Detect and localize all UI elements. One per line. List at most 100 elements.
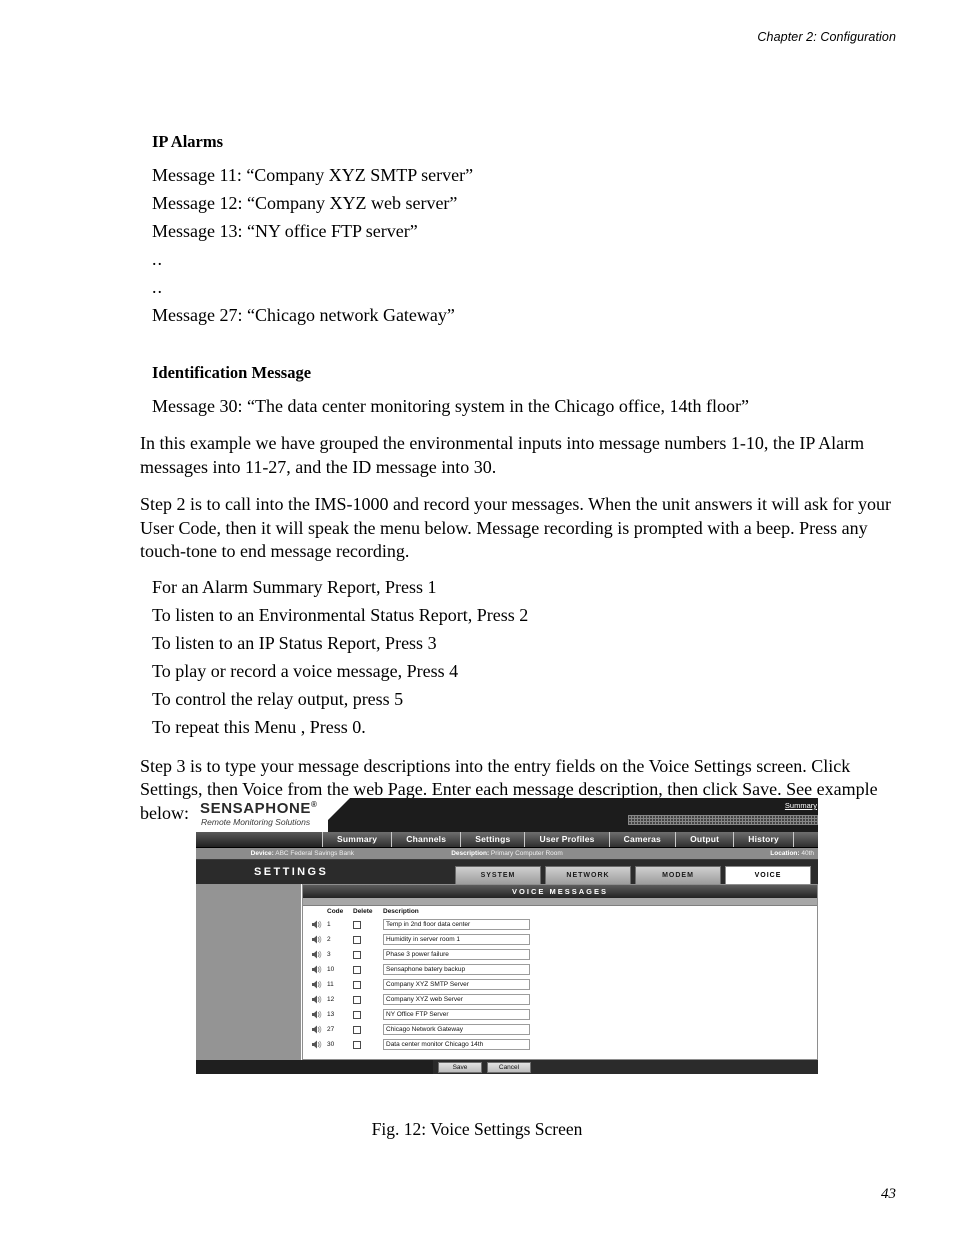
delete-checkbox[interactable] xyxy=(353,995,361,1004)
description-value: Primary Computer Room xyxy=(490,850,563,857)
description-label: Description: xyxy=(451,850,490,857)
speaker-icon[interactable] xyxy=(311,1024,327,1035)
side-panel xyxy=(196,884,302,1060)
row-code: 13 xyxy=(327,1011,335,1018)
ip-alarm-ellipsis: .. xyxy=(152,249,163,269)
tab-voice[interactable]: VOICE xyxy=(725,866,811,884)
voice-messages-panel: VOICE MESSAGES Code Delete Description 1… xyxy=(302,884,818,1060)
ip-alarm-line: Message 12: “Company XYZ web server” xyxy=(152,193,458,213)
location-label: Location: xyxy=(770,850,800,857)
speaker-icon[interactable] xyxy=(311,949,327,960)
description-input[interactable]: Data center monitor Chicago 14th xyxy=(383,1039,530,1050)
speaker-icon[interactable] xyxy=(311,1039,327,1050)
device-info-cell: Device: ABC Federal Savings Bank xyxy=(200,850,405,857)
column-header-description: Description xyxy=(383,908,419,915)
save-button[interactable]: Save xyxy=(438,1061,482,1073)
speaker-icon[interactable] xyxy=(311,994,327,1005)
nav-item-settings[interactable]: Settings xyxy=(460,832,524,847)
paragraph-step-2: Step 2 is to call into the IMS-1000 and … xyxy=(140,494,892,561)
column-header-code: Code xyxy=(327,908,344,915)
nav-item-channels[interactable]: Channels xyxy=(391,832,460,847)
heading-ip-alarms: IP Alarms xyxy=(152,132,224,151)
delete-checkbox[interactable] xyxy=(353,950,361,959)
nav-end-cap xyxy=(793,832,818,847)
action-bar-spacer xyxy=(196,1060,433,1074)
page-title: SETTINGS xyxy=(254,866,329,878)
speaker-icon[interactable] xyxy=(311,964,327,975)
device-label: Device: xyxy=(250,850,274,857)
description-input[interactable]: Sensaphone batery backup xyxy=(383,964,530,975)
action-bar: Save Cancel xyxy=(196,1060,818,1074)
nav-item-output[interactable]: Output xyxy=(675,832,733,847)
summary-link[interactable]: Summary xyxy=(785,801,817,810)
delete-checkbox[interactable] xyxy=(353,1040,361,1049)
panel-subbar xyxy=(303,898,817,906)
row-code: 3 xyxy=(327,951,331,958)
tab-network[interactable]: NETWORK xyxy=(545,866,631,884)
speaker-icon[interactable] xyxy=(311,979,327,990)
row-delete-cell xyxy=(353,1036,383,1054)
ip-alarm-ellipsis: .. xyxy=(152,277,163,297)
settings-subtabs: SYSTEM NETWORK MODEM VOICE xyxy=(455,866,811,884)
description-input[interactable]: Company XYZ web Server xyxy=(383,994,530,1005)
nav-item-cameras[interactable]: Cameras xyxy=(608,832,675,847)
phone-menu-list: For an Alarm Summary Report, Press 1 To … xyxy=(140,573,900,741)
description-input[interactable]: Company XYZ SMTP Server xyxy=(383,979,530,990)
row-code: 1 xyxy=(327,921,331,928)
row-code: 10 xyxy=(327,966,335,973)
description-input[interactable]: Temp in 2nd floor data center xyxy=(383,919,530,930)
nav-item-history[interactable]: History xyxy=(733,832,793,847)
row-code: 11 xyxy=(327,981,334,988)
tab-modem[interactable]: MODEM xyxy=(635,866,721,884)
voice-settings-screenshot: SENSAPHONE® Remote Monitoring Solutions … xyxy=(196,798,818,1090)
delete-checkbox[interactable] xyxy=(353,935,361,944)
speaker-icon[interactable] xyxy=(311,1009,327,1020)
page-number: 43 xyxy=(881,1186,896,1202)
ip-alarm-line: Message 13: “NY office FTP server” xyxy=(152,221,418,241)
description-input[interactable]: Chicago Network Gateway xyxy=(383,1024,530,1035)
delete-checkbox[interactable] xyxy=(353,1025,361,1034)
speaker-icon[interactable] xyxy=(311,934,327,945)
delete-checkbox[interactable] xyxy=(353,980,361,989)
description-input[interactable]: Humidity in server room 1 xyxy=(383,934,530,945)
cancel-button[interactable]: Cancel xyxy=(487,1061,531,1073)
menu-item: For an Alarm Summary Report, Press 1 xyxy=(152,576,437,597)
main-navigation: Summary Channels Settings User Profiles … xyxy=(196,832,818,848)
document-body: IP Alarms Message 11: “Company XYZ SMTP … xyxy=(140,132,900,825)
ip-alarm-line: Message 11: “Company XYZ SMTP server” xyxy=(152,165,474,185)
menu-item: To repeat this Menu , Press 0. xyxy=(152,716,366,737)
menu-item: To listen to an Environmental Status Rep… xyxy=(152,604,529,625)
table-row: 30 Data center monitor Chicago 14th xyxy=(303,1037,817,1052)
menu-item: To control the relay output, press 5 xyxy=(152,688,404,709)
figure-caption: Fig. 12: Voice Settings Screen xyxy=(371,1119,583,1139)
ip-alarm-line: Message 27: “Chicago network Gateway” xyxy=(152,305,455,325)
device-info-bar: Device: ABC Federal Savings Bank Descrip… xyxy=(196,848,818,860)
description-input[interactable]: NY Office FTP Server xyxy=(383,1009,530,1020)
speaker-icon[interactable] xyxy=(311,919,327,930)
row-code: 2 xyxy=(327,936,331,943)
running-head: Chapter 2: Configuration xyxy=(757,30,896,44)
brand-name-text: SENSAPHONE xyxy=(200,800,312,817)
location-info-cell: Location: 40th xyxy=(609,850,814,857)
row-code: 30 xyxy=(327,1041,335,1048)
tab-system[interactable]: SYSTEM xyxy=(455,866,541,884)
delete-checkbox[interactable] xyxy=(353,1010,361,1019)
device-value: ABC Federal Savings Bank xyxy=(275,850,354,857)
brand-bar: SENSAPHONE® Remote Monitoring Solutions … xyxy=(196,798,818,832)
registered-mark: ® xyxy=(311,800,318,809)
heading-identification-message: Identification Message xyxy=(152,363,312,382)
identification-message-line: Message 30: “The data center monitoring … xyxy=(152,396,749,416)
description-input[interactable]: Phase 3 power failure xyxy=(383,949,530,960)
panel-title: VOICE MESSAGES xyxy=(303,885,817,898)
nav-item-summary[interactable]: Summary xyxy=(322,832,391,847)
delete-checkbox[interactable] xyxy=(353,965,361,974)
brand-name: SENSAPHONE® xyxy=(200,800,318,817)
nav-spacer xyxy=(196,832,322,847)
paragraph-grouping: In this example we have grouped the envi… xyxy=(140,433,865,477)
hatch-pattern xyxy=(628,815,818,825)
row-code: 12 xyxy=(327,996,335,1003)
menu-item: To listen to an IP Status Report, Press … xyxy=(152,632,437,653)
delete-checkbox[interactable] xyxy=(353,920,361,929)
row-code: 27 xyxy=(327,1026,335,1033)
nav-item-user-profiles[interactable]: User Profiles xyxy=(524,832,608,847)
